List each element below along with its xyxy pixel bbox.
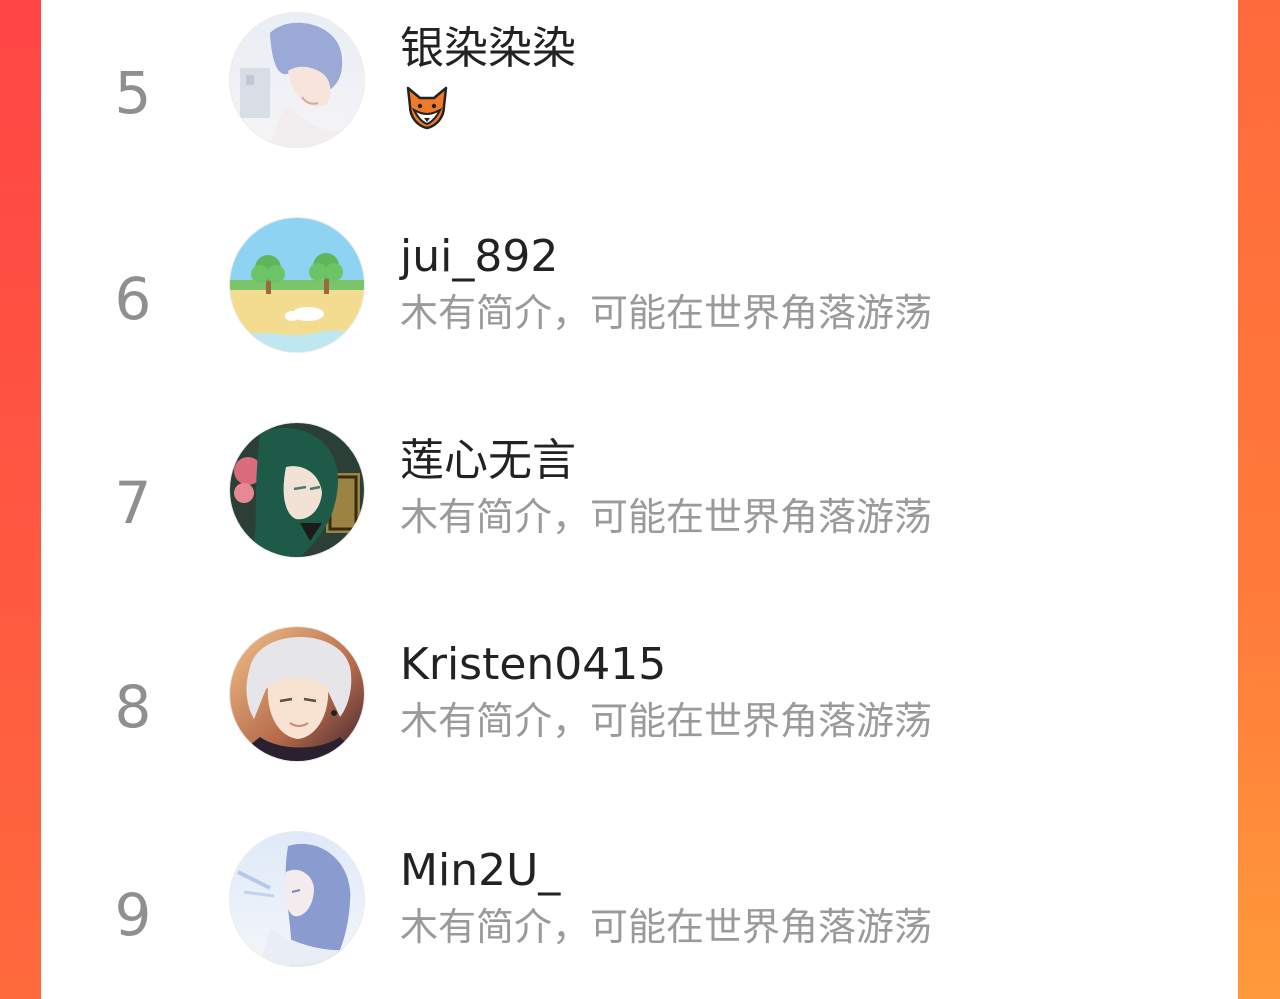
user-bio: 木有简介，可能在世界角落游荡 — [400, 699, 933, 743]
anime-boy-blue-hair-avatar-image — [230, 13, 364, 147]
rank-number: 7 — [114, 469, 152, 537]
green-hair-girl-avatar-image — [230, 423, 364, 557]
avatar[interactable] — [230, 13, 364, 147]
rank-number: 5 — [114, 59, 152, 127]
left-background-edge — [0, 0, 41, 999]
list-item[interactable]: 8 Kristen0415 木有简介，可能在世界角落游荡 — [41, 612, 1238, 816]
rank-number: 9 — [114, 881, 152, 949]
rank-number: 8 — [114, 673, 152, 741]
avatar[interactable] — [230, 423, 364, 557]
list-item[interactable]: 5 银染染染 — [41, 0, 1238, 204]
list-item[interactable]: 6 jui_892 木有简介，可能在世界角落游荡 — [41, 204, 1238, 408]
user-bio: 木有简介，可能在世界角落游荡 — [400, 905, 933, 949]
ranking-list-card: 5 银染染染 6 jui_892 木有简介，可能在世界角落游荡 7 莲心无言 木… — [41, 0, 1238, 999]
beach-trees-avatar-image — [230, 218, 364, 352]
user-name[interactable]: jui_892 — [400, 231, 558, 283]
right-background-edge — [1238, 0, 1280, 999]
avatar[interactable] — [230, 627, 364, 761]
list-item[interactable]: 9 Min2U_ 木有简介，可能在世界角落游荡 — [41, 816, 1238, 999]
rank-number: 6 — [114, 265, 152, 333]
user-name[interactable]: 莲心无言 — [400, 435, 576, 487]
long-hair-sky-avatar-image — [230, 832, 364, 966]
fox-emoji-icon — [402, 82, 452, 132]
silver-hair-boy-avatar-image — [230, 627, 364, 761]
list-item[interactable]: 7 莲心无言 木有简介，可能在世界角落游荡 — [41, 408, 1238, 612]
user-name[interactable]: Min2U_ — [400, 845, 560, 897]
user-bio: 木有简介，可能在世界角落游荡 — [400, 291, 933, 335]
avatar[interactable] — [230, 218, 364, 352]
user-bio: 木有简介，可能在世界角落游荡 — [400, 495, 933, 539]
avatar[interactable] — [230, 832, 364, 966]
user-name[interactable]: Kristen0415 — [400, 639, 666, 691]
user-name[interactable]: 银染染染 — [400, 23, 576, 75]
